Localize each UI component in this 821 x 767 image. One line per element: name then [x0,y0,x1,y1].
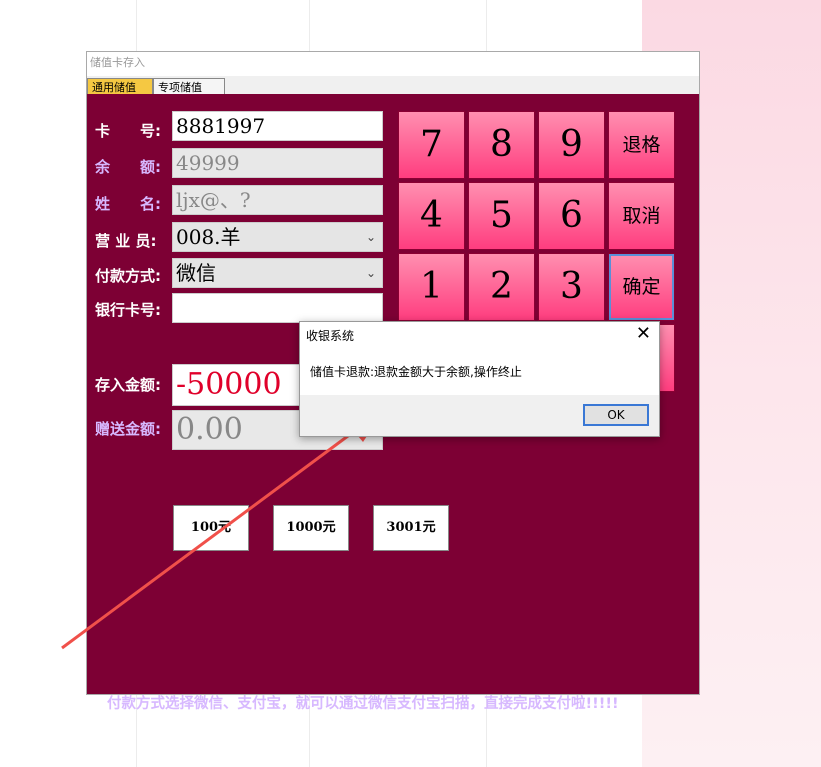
arrow-line [61,428,357,650]
alert-dialog: 收银系统 ✕ 储值卡退款:退款金额大于余额,操作终止 OK [299,321,660,437]
dialog-title: 收银系统 [306,329,355,343]
ok-button[interactable]: OK [583,404,649,426]
close-icon[interactable]: ✕ [636,323,651,344]
dialog-message: 储值卡退款:退款金额大于余额,操作终止 [310,365,522,379]
